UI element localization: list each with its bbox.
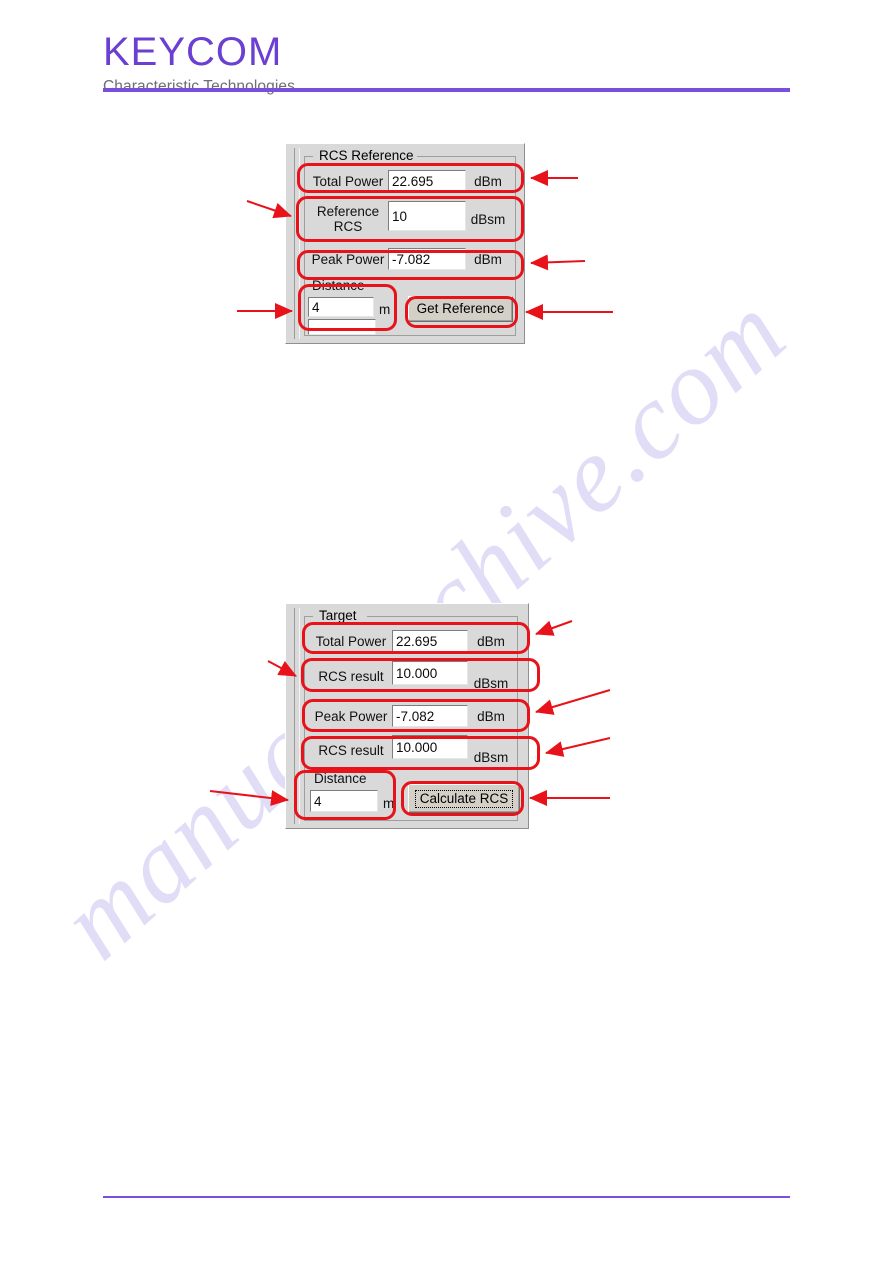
target-peak-power-input[interactable]: -7.082 <box>392 705 468 727</box>
peak-power-row: Peak Power -7.082 dBm <box>308 246 512 272</box>
arrow-to-target-distance <box>209 790 289 806</box>
target-total-power-unit: dBm <box>477 633 505 649</box>
distance-label: Distance <box>312 278 365 293</box>
arrow-to-target-total-power <box>535 620 573 636</box>
target-rcs-result-row-2: RCS result 10.000 dBsm <box>310 735 516 765</box>
target-rcs-result-row-1: RCS result 10.000 dBsm <box>310 661 516 691</box>
target-panel-left-edge <box>294 608 300 824</box>
total-power-label: Total Power <box>312 173 384 189</box>
target-rcs-result-label-1: RCS result <box>318 668 384 684</box>
calculate-rcs-button-label: Calculate RCS <box>414 789 514 808</box>
target-rcs-result-unit-2: dBsm <box>473 750 509 765</box>
logo-wordmark: KEYCOM <box>103 30 283 74</box>
arrow-to-target-peak-power <box>535 689 611 715</box>
target-distance-unit: m <box>383 796 395 811</box>
panel-left-edge <box>294 148 300 339</box>
arrow-to-target-rcs-result-2 <box>545 737 611 757</box>
distance-unit: m <box>379 302 391 317</box>
reference-rcs-row: Reference RCS 10 dBsm <box>308 199 512 239</box>
target-groupbox-border-left <box>305 616 313 617</box>
calculate-rcs-button[interactable]: Calculate RCS <box>408 784 520 813</box>
target-total-power-row: Total Power 22.695 dBm <box>310 627 516 655</box>
get-reference-button-label: Get Reference <box>416 301 505 316</box>
target-rcs-result-unit-1: dBsm <box>473 676 509 691</box>
keycom-logo: KEYCOM Characteristic Technologies <box>103 32 363 95</box>
target-rcs-result-input-1[interactable]: 10.000 <box>392 661 468 685</box>
target-peak-power-label: Peak Power <box>314 708 388 724</box>
target-distance-input[interactable]: 4 <box>310 790 378 812</box>
get-reference-button[interactable]: Get Reference <box>408 296 513 322</box>
target-rcs-result-label-2: RCS result <box>318 742 384 758</box>
reference-rcs-input[interactable]: 10 <box>388 201 466 231</box>
peak-power-label: Peak Power <box>311 251 385 267</box>
target-peak-power-row: Peak Power -7.082 dBm <box>310 702 516 730</box>
reference-rcs-label-line2: RCS <box>333 219 363 234</box>
target-distance-label: Distance <box>314 771 367 786</box>
target-peak-power-unit: dBm <box>477 708 505 724</box>
target-distance-block: Distance 4 m <box>310 771 404 821</box>
distance-input[interactable]: 4 <box>308 297 374 317</box>
rcs-reference-panel: RCS Reference Total Power 22.695 dBm Ref… <box>285 143 525 344</box>
total-power-input[interactable]: 22.695 <box>388 170 466 192</box>
reference-rcs-label-line1: Reference <box>316 204 380 219</box>
target-total-power-input[interactable]: 22.695 <box>392 630 468 652</box>
total-power-unit: dBm <box>474 173 502 189</box>
header-divider <box>103 88 790 92</box>
reference-rcs-unit: dBsm <box>470 211 506 227</box>
total-power-row: Total Power 22.695 dBm <box>308 168 512 194</box>
groupbox-border-left <box>305 156 313 157</box>
reference-rcs-label: Reference RCS <box>308 204 388 234</box>
target-total-power-label: Total Power <box>315 633 387 649</box>
rcs-reference-title: RCS Reference <box>316 148 417 163</box>
target-title: Target <box>316 608 360 623</box>
peak-power-unit: dBm <box>474 251 502 267</box>
footer-divider <box>103 1196 790 1198</box>
groupbox-border-right <box>413 156 515 157</box>
target-panel: Target Total Power 22.695 dBm RCS result… <box>285 603 529 829</box>
target-rcs-result-input-2[interactable]: 10.000 <box>392 735 468 759</box>
arrow-to-peak-power-ref <box>530 254 586 271</box>
distance-overflow-field <box>308 319 376 335</box>
target-groupbox-border-right <box>367 616 517 617</box>
peak-power-input[interactable]: -7.082 <box>388 248 466 270</box>
logo-tagline: Characteristic Technologies <box>103 78 295 95</box>
